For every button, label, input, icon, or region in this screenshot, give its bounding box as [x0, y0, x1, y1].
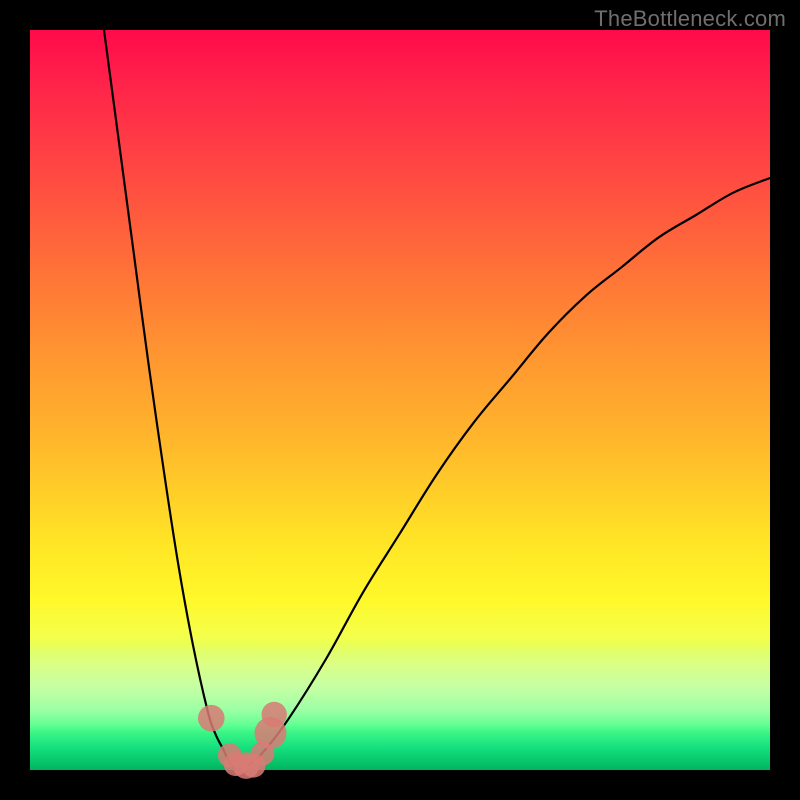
left-branch-curve — [104, 30, 237, 770]
watermark-text: TheBottleneck.com — [594, 6, 786, 32]
marker-dot — [198, 705, 225, 732]
chart-frame: TheBottleneck.com — [0, 0, 800, 800]
plot-area — [30, 30, 770, 770]
curve-layer — [30, 30, 770, 770]
right-branch-curve — [237, 178, 770, 770]
marker-dot — [262, 702, 287, 727]
marker-group — [198, 702, 287, 779]
